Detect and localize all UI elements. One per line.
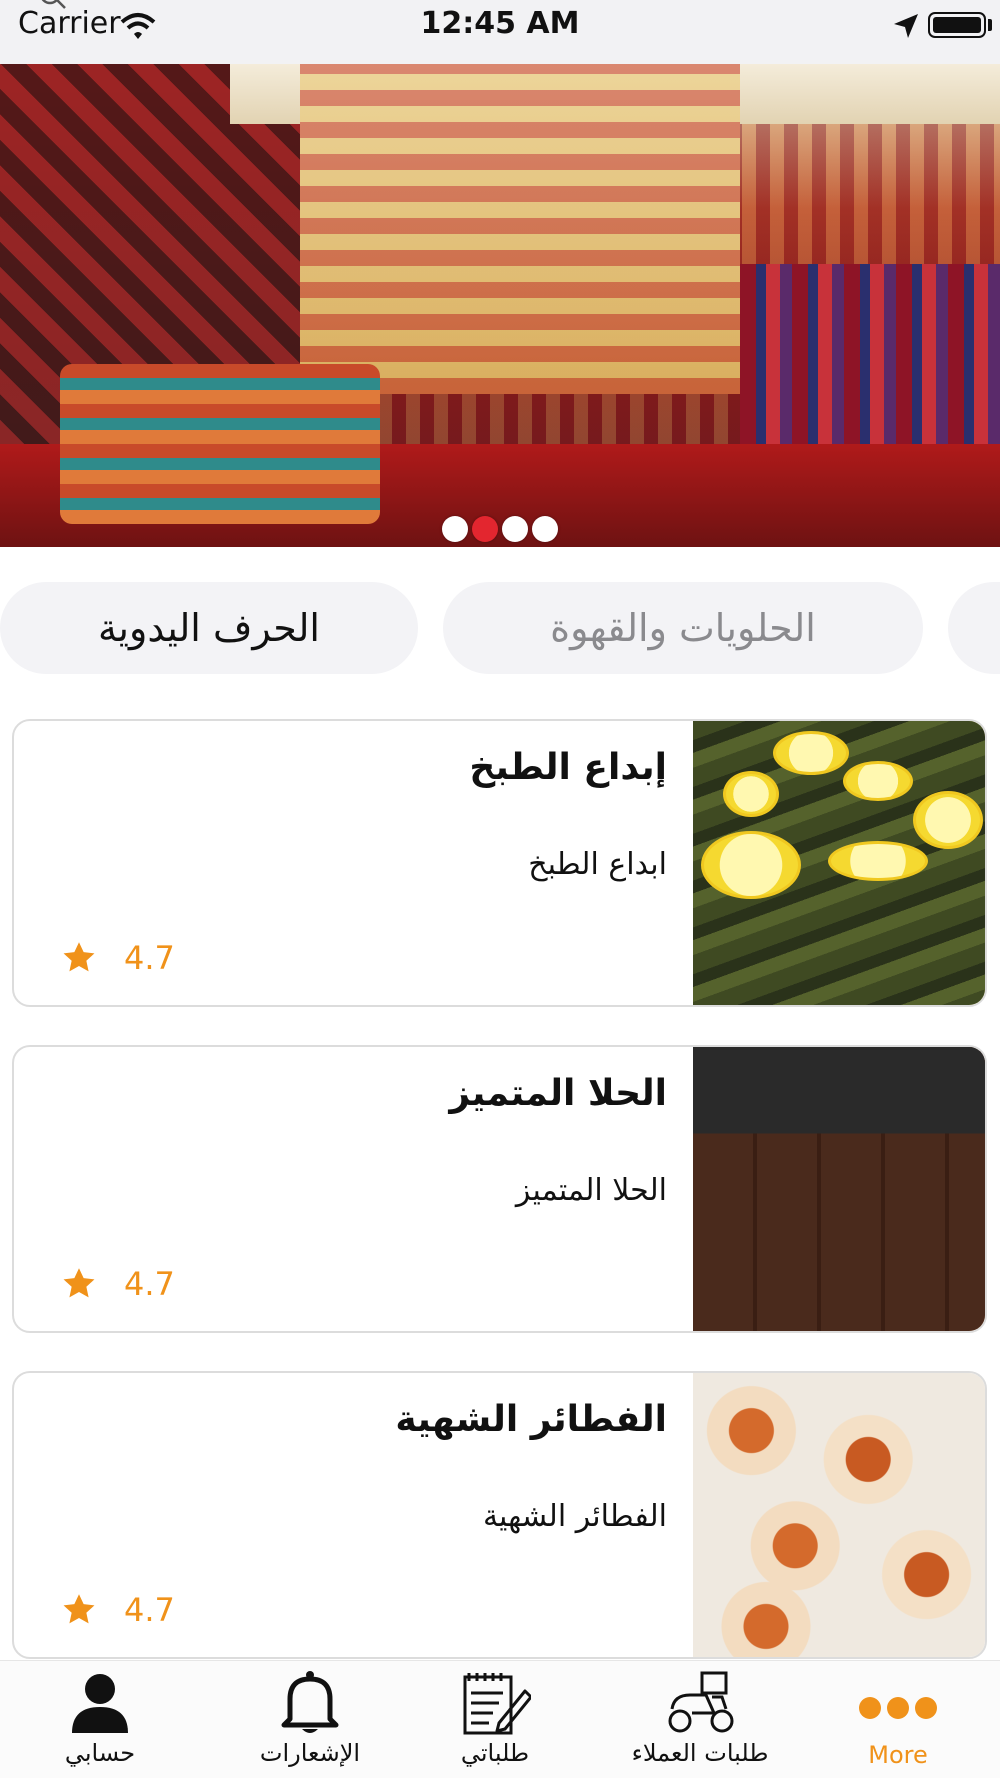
status-time: 12:45 AM bbox=[420, 6, 580, 41]
lemon-slice bbox=[773, 731, 849, 775]
battery-level bbox=[933, 17, 981, 33]
banner-blankets bbox=[60, 364, 380, 524]
banner-carousel[interactable] bbox=[0, 64, 1000, 547]
product-rating: 4.7 bbox=[60, 939, 175, 977]
product-rating: 4.7 bbox=[60, 1265, 175, 1303]
lemon-slice bbox=[701, 831, 801, 899]
product-card[interactable]: الحلا المتميز الحلا المتميز 4.7 bbox=[12, 1045, 987, 1333]
tab-label: حسابي bbox=[64, 1739, 136, 1767]
tab-bar: حسابي الإشعارات طلباتي طلبات العملاء Mor… bbox=[0, 1660, 1000, 1778]
carousel-dot-active[interactable] bbox=[472, 516, 498, 542]
notepad-pen-icon bbox=[463, 1673, 531, 1735]
star-icon bbox=[63, 1268, 95, 1298]
tab-label: طلباتي bbox=[460, 1739, 530, 1767]
category-chip-sweets-coffee[interactable]: الحلويات والقهوة bbox=[443, 582, 923, 674]
product-card[interactable]: إبداع الطبخ ابداع الطبخ 4.7 bbox=[12, 719, 987, 1007]
location-arrow-icon bbox=[894, 14, 918, 38]
lemon-slice bbox=[843, 761, 913, 801]
rating-value: 4.7 bbox=[124, 939, 175, 977]
product-rating: 4.7 bbox=[60, 1591, 175, 1629]
star-icon bbox=[63, 1594, 95, 1624]
carousel-dot[interactable] bbox=[502, 516, 528, 542]
category-chip-handicrafts[interactable]: الحرف اليدوية bbox=[0, 582, 418, 674]
battery-icon bbox=[928, 12, 986, 38]
product-card[interactable]: الفطائر الشهية الفطائر الشهية 4.7 bbox=[12, 1371, 987, 1659]
delivery-scooter-icon bbox=[668, 1671, 734, 1733]
product-image bbox=[693, 1373, 985, 1657]
carousel-dot[interactable] bbox=[532, 516, 558, 542]
tab-label: طلبات العملاء bbox=[631, 1739, 769, 1767]
product-image bbox=[693, 721, 985, 1005]
banner-wall-hangings bbox=[300, 64, 740, 394]
product-title: الحلا المتميز bbox=[449, 1073, 667, 1114]
tab-account[interactable]: حسابي bbox=[40, 1661, 160, 1778]
lemon-slice bbox=[913, 791, 983, 849]
tab-more[interactable]: More bbox=[838, 1661, 958, 1778]
status-bar: Carrier 12:45 AM bbox=[0, 0, 1000, 64]
category-chips: الحرف اليدوية الحلويات والقهوة bbox=[0, 582, 1000, 674]
product-image bbox=[693, 1047, 985, 1331]
tab-label: الإشعارات bbox=[259, 1739, 361, 1767]
product-subtitle: الحلا المتميز bbox=[515, 1173, 667, 1208]
tab-label: More bbox=[868, 1741, 928, 1769]
tab-notifications[interactable]: الإشعارات bbox=[240, 1661, 380, 1778]
lemon-slice bbox=[723, 771, 779, 817]
product-subtitle: ابداع الطبخ bbox=[528, 847, 667, 882]
product-title: إبداع الطبخ bbox=[469, 747, 667, 788]
person-icon bbox=[72, 1674, 128, 1733]
carousel-dot[interactable] bbox=[442, 516, 468, 542]
battery-tip bbox=[988, 19, 992, 31]
rating-value: 4.7 bbox=[124, 1591, 175, 1629]
star-icon bbox=[63, 942, 95, 972]
bell-icon bbox=[281, 1671, 339, 1733]
carousel-dots bbox=[0, 516, 1000, 542]
tab-my-orders[interactable]: طلباتي bbox=[430, 1661, 560, 1778]
product-subtitle: الفطائر الشهية bbox=[482, 1499, 667, 1534]
tab-customer-orders[interactable]: طلبات العملاء bbox=[620, 1661, 780, 1778]
category-chip-partial[interactable] bbox=[948, 582, 1000, 674]
lemon-slice bbox=[828, 841, 928, 881]
product-title: الفطائر الشهية bbox=[395, 1399, 667, 1440]
more-dots-icon bbox=[859, 1697, 937, 1721]
rating-value: 4.7 bbox=[124, 1265, 175, 1303]
